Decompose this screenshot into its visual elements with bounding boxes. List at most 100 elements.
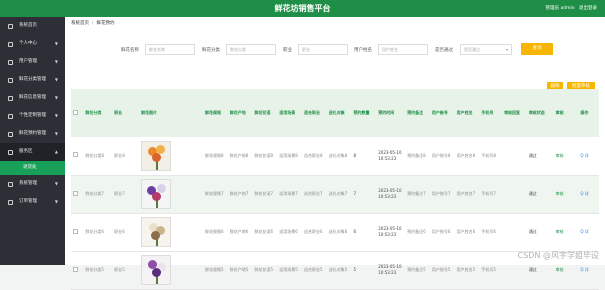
flower-thumbnail[interactable]	[141, 179, 172, 209]
service-icon	[8, 150, 13, 155]
cell-language: 鲜花花语7	[254, 191, 274, 196]
cell-qty: 8	[353, 152, 357, 158]
flower-thumbnail[interactable]	[141, 217, 172, 247]
row-checkbox[interactable]	[73, 266, 78, 272]
users-icon	[8, 60, 13, 65]
cell-language: 鲜花花语5	[254, 267, 274, 272]
cell-qty: 5	[353, 267, 357, 272]
cell-job: 职业6	[114, 229, 125, 234]
audit-link[interactable]: 审核	[556, 267, 564, 272]
cell-suit: 适合职业6	[304, 229, 323, 234]
row-checkbox[interactable]	[73, 190, 78, 196]
sidebar-item-reservation[interactable]: 鲜花预约管理 ▼	[0, 125, 65, 143]
thumb-bloom	[152, 152, 162, 162]
approved-select[interactable]: 是否通过 ▾	[460, 44, 512, 55]
order-icon	[8, 200, 13, 205]
audit-link[interactable]: 审核	[556, 153, 564, 158]
logout-link[interactable]: 退出登录	[579, 6, 597, 11]
cell-status: 通过	[528, 152, 537, 158]
sidebar-item-home[interactable]: 系统首页	[0, 17, 65, 35]
cell-suit: 适合职业7	[304, 191, 323, 196]
table-row[interactable]: 鲜花分类8 职业8 鲜花规格8 鲜花产地8 鲜花花语8 适用场景8 适合职业8 …	[71, 137, 599, 175]
cell-note: 预约备注7	[407, 191, 426, 196]
column-header: 手机号	[481, 110, 494, 115]
chevron-down-icon: ▼	[54, 95, 58, 100]
table-row[interactable]: 鲜花分类6 职业6 鲜花规格6 鲜花产地6 鲜花花语6 适用场景6 适合职业6 …	[71, 213, 599, 251]
flower-category-input[interactable]: 鲜花分类	[226, 44, 276, 55]
cell-username: 用户姓名8	[456, 152, 476, 158]
thumb-bloom	[152, 192, 162, 201]
flower-name-input[interactable]: 鲜花名称	[145, 44, 195, 55]
cell-op: Q 详	[578, 137, 599, 175]
occupation-input[interactable]: 职业	[298, 44, 348, 55]
sidebar-item-custom[interactable]: 个性定制管理 ▼	[0, 107, 65, 125]
cell-reply	[502, 213, 527, 251]
cell-account: 用户账号6	[431, 229, 451, 234]
cell-spec: 鲜花规格7	[205, 191, 224, 196]
row-checkbox-cell[interactable]	[71, 175, 83, 213]
cell-spec: 鲜花规格8	[205, 152, 224, 158]
cell-category: 鲜花分类6	[85, 229, 104, 234]
cell-time: 2023-05-10 10:53:23	[378, 226, 402, 237]
sidebar-item-users[interactable]: 用户管理 ▼	[0, 53, 65, 71]
info-icon	[8, 96, 13, 101]
audit-link[interactable]: 审核	[556, 229, 564, 234]
chevron-down-icon: ▼	[54, 59, 58, 64]
cell-image	[139, 175, 203, 213]
sidebar-subitem-returns[interactable]: 退货处	[0, 161, 65, 175]
flower-thumbnail[interactable]	[141, 255, 172, 285]
cell-image	[139, 137, 203, 175]
home-icon	[8, 24, 13, 29]
thumb-bloom	[151, 231, 161, 240]
audit-link[interactable]: 审核	[556, 191, 564, 196]
cell-note: 预约备注8	[407, 152, 426, 158]
column-header: 鲜花规格	[205, 110, 221, 115]
select-all-checkbox[interactable]	[73, 109, 78, 115]
row-checkbox-cell[interactable]	[71, 251, 83, 289]
table-row[interactable]: 鲜花分类7 职业7 鲜花规格7 鲜花产地7 鲜花花语7 适用场景7 适合职业7 …	[71, 175, 599, 213]
cell-phone: 手机号5	[481, 267, 496, 272]
row-checkbox[interactable]	[73, 228, 78, 234]
search-button[interactable]: 查询	[521, 43, 553, 55]
detail-link[interactable]: Q 详	[580, 191, 588, 196]
column-header: 预约时间	[378, 110, 395, 115]
occupation-label: 职业	[283, 48, 292, 53]
column-header: 预约备注	[407, 110, 424, 115]
gear-icon	[8, 182, 13, 187]
sidebar-item-profile[interactable]: 个人中心 ▼	[0, 35, 65, 53]
user-name-input[interactable]: 用户姓名	[378, 44, 428, 55]
sidebar-item-flower-info[interactable]: 鲜花信息管理 ▼	[0, 89, 65, 107]
sidebar-item-flower-category[interactable]: 鲜花分类管理 ▼	[0, 71, 65, 89]
sidebar-item-system[interactable]: 系统管理 ▼	[0, 175, 65, 193]
row-checkbox-cell[interactable]	[71, 137, 83, 175]
chevron-up-icon: ▲	[54, 149, 58, 154]
sidebar-item-service[interactable]: 服务区 ▲	[0, 143, 65, 161]
header-checkbox-cell[interactable]	[71, 89, 83, 137]
approved-label: 是否通过	[435, 48, 453, 53]
user-icon	[8, 42, 13, 47]
breadcrumb-home[interactable]: 系统首页	[71, 21, 89, 26]
custom-icon	[8, 114, 13, 119]
sidebar-item-orders[interactable]: 订单管理 ▼	[0, 193, 65, 211]
cell-origin: 鲜花产地7	[229, 191, 249, 196]
column-header: 鲜花图片	[141, 110, 158, 115]
row-checkbox-cell[interactable]	[71, 213, 83, 251]
cell-scene: 适用场景6	[279, 229, 298, 234]
table-header-row: 鲜花分类 职业 鲜花图片 鲜花规格 鲜花产地 鲜花花语 适用场景 适合职业 送礼…	[71, 89, 599, 137]
sidebar-item-label: 服务区	[19, 149, 33, 154]
sidebar-item-label: 鲜花分类管理	[19, 77, 46, 82]
main-content: 系统首页 / 鲜花预约 鲜花名称 鲜花名称 鲜花分类 鲜花分类 职业 职业 用户姓名…	[65, 17, 605, 289]
row-checkbox[interactable]	[73, 152, 78, 158]
detail-link[interactable]: Q 详	[580, 153, 588, 158]
breadcrumb: 系统首页 / 鲜花预约	[65, 17, 605, 29]
cell-username: 用户姓名6	[456, 229, 476, 234]
detail-link[interactable]: Q 详	[580, 229, 588, 234]
cell-phone: 手机号7	[481, 191, 496, 196]
detail-link[interactable]: Q 详	[580, 267, 588, 272]
cell-job: 职业7	[114, 191, 125, 196]
cell-scene: 适用场景5	[279, 267, 298, 272]
flower-thumbnail[interactable]	[141, 140, 172, 171]
chevron-down-icon: ▼	[54, 113, 58, 118]
column-header: 审核状态	[528, 110, 545, 115]
chevron-down-icon: ▾	[505, 47, 508, 52]
